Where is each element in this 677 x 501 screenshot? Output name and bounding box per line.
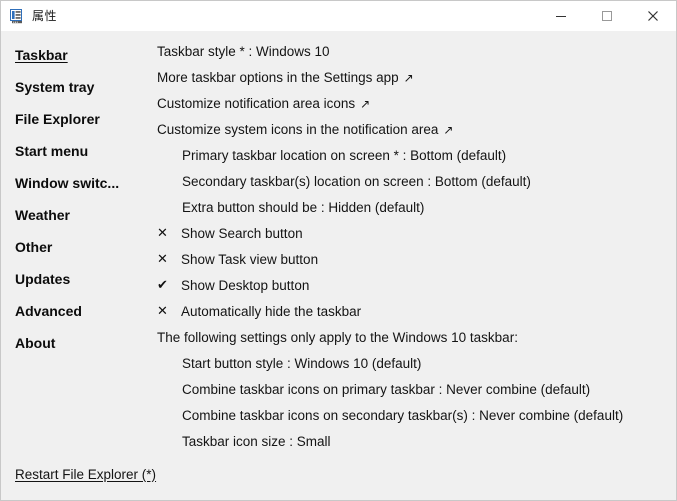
checkmark-icon: ✔	[157, 278, 168, 293]
sidebar-item-file-explorer[interactable]: File Explorer	[1, 103, 151, 135]
row-label: Combine taskbar icons on primary taskbar…	[182, 382, 591, 397]
sidebar-item-about[interactable]: About	[1, 327, 151, 359]
properties-window: 属性 Taskbar System tray File Explorer Sta…	[0, 0, 677, 501]
row-label: Combine taskbar icons on secondary taskb…	[182, 408, 624, 423]
window-body: Taskbar System tray File Explorer Start men…	[1, 31, 676, 449]
setting-row[interactable]: Secondary taskbar(s) location on screen …	[151, 169, 676, 195]
minimize-icon	[556, 16, 566, 17]
row-label: Show Task view button	[181, 252, 319, 267]
row-label: Customize system icons in the notificati…	[157, 122, 439, 137]
setting-row[interactable]: Taskbar icon size : Small	[151, 429, 676, 455]
sidebar-item-label: System tray	[15, 79, 95, 95]
sidebar-nav: Taskbar System tray File Explorer Start men…	[1, 31, 151, 448]
sidebar-item-label: File Explorer	[15, 111, 100, 127]
sidebar-item-label: Start menu	[15, 143, 89, 159]
external-link-row[interactable]: Customize notification area icons ↗	[151, 91, 676, 117]
row-label: Taskbar icon size : Small	[182, 434, 331, 449]
row-label: Show Search button	[181, 226, 303, 241]
sidebar-item-label: Weather	[15, 207, 70, 223]
sidebar-item-other[interactable]: Other	[1, 231, 151, 263]
toggle-row[interactable]: ✕ Show Search button	[151, 221, 676, 247]
setting-row[interactable]: Combine taskbar icons on primary taskbar…	[151, 377, 676, 403]
row-label: Primary taskbar location on screen * : B…	[182, 148, 507, 163]
setting-row[interactable]: Primary taskbar location on screen * : B…	[151, 143, 676, 169]
setting-row[interactable]: Start button style : Windows 10 (default…	[151, 351, 676, 377]
sidebar-item-label: Other	[15, 239, 53, 255]
row-label: Start button style : Windows 10 (default…	[182, 356, 422, 371]
row-label: Customize notification area icons	[157, 96, 356, 111]
section-heading: The following settings only apply to the…	[151, 325, 676, 351]
external-link-row[interactable]: More taskbar options in the Settings app…	[151, 65, 676, 91]
toggle-row[interactable]: ✕ Show Task view button	[151, 247, 676, 273]
row-label: Extra button should be : Hidden (default…	[182, 200, 425, 215]
sidebar-item-label: Updates	[15, 271, 71, 287]
window-controls	[538, 1, 676, 31]
maximize-button[interactable]	[584, 1, 630, 31]
sidebar-item-weather[interactable]: Weather	[1, 199, 151, 231]
title-bar: 属性	[1, 1, 676, 31]
row-label: Taskbar style * : Windows 10	[157, 44, 330, 59]
toggle-row[interactable]: ✕ Automatically hide the taskbar	[151, 299, 676, 325]
maximize-icon	[602, 11, 612, 21]
row-label: Show Desktop button	[181, 278, 310, 293]
sidebar-item-label: Taskbar	[15, 47, 68, 63]
sidebar-item-label: Advanced	[15, 303, 82, 319]
footer-bar: Restart File Explorer (*)	[1, 448, 676, 500]
sidebar-item-updates[interactable]: Updates	[1, 263, 151, 295]
external-link-arrow-icon: ↗	[443, 123, 454, 137]
sidebar-item-label: About	[15, 335, 56, 351]
restart-file-explorer-link[interactable]: Restart File Explorer (*)	[15, 467, 156, 482]
sidebar-item-label: Window switc...	[15, 175, 120, 191]
toggle-row[interactable]: ✔ Show Desktop button	[151, 273, 676, 299]
cross-icon: ✕	[157, 304, 168, 319]
close-icon	[648, 11, 658, 21]
setting-row[interactable]: Combine taskbar icons on secondary taskb…	[151, 403, 676, 429]
row-label: Secondary taskbar(s) location on screen …	[182, 174, 531, 189]
external-link-arrow-icon: ↗	[403, 71, 414, 85]
setting-row[interactable]: Extra button should be : Hidden (default…	[151, 195, 676, 221]
row-label: The following settings only apply to the…	[157, 330, 518, 345]
row-label: More taskbar options in the Settings app	[157, 70, 399, 85]
external-link-row[interactable]: Customize system icons in the notificati…	[151, 117, 676, 143]
sidebar-item-taskbar[interactable]: Taskbar	[1, 39, 151, 71]
sidebar-item-window-switc[interactable]: Window switc...	[1, 167, 151, 199]
cross-icon: ✕	[157, 252, 168, 267]
cross-icon: ✕	[157, 226, 168, 241]
sidebar-item-start-menu[interactable]: Start menu	[1, 135, 151, 167]
sidebar-item-system-tray[interactable]: System tray	[1, 71, 151, 103]
window-title: 属性	[32, 9, 58, 23]
sidebar-item-advanced[interactable]: Advanced	[1, 295, 151, 327]
minimize-button[interactable]	[538, 1, 584, 31]
properties-icon	[9, 8, 25, 24]
main-settings-panel: Taskbar style * : Windows 10 More taskbar…	[151, 31, 676, 449]
close-button[interactable]	[630, 1, 676, 31]
row-label: Automatically hide the taskbar	[181, 304, 362, 319]
external-link-arrow-icon: ↗	[360, 97, 371, 111]
setting-row[interactable]: Taskbar style * : Windows 10	[151, 39, 676, 65]
